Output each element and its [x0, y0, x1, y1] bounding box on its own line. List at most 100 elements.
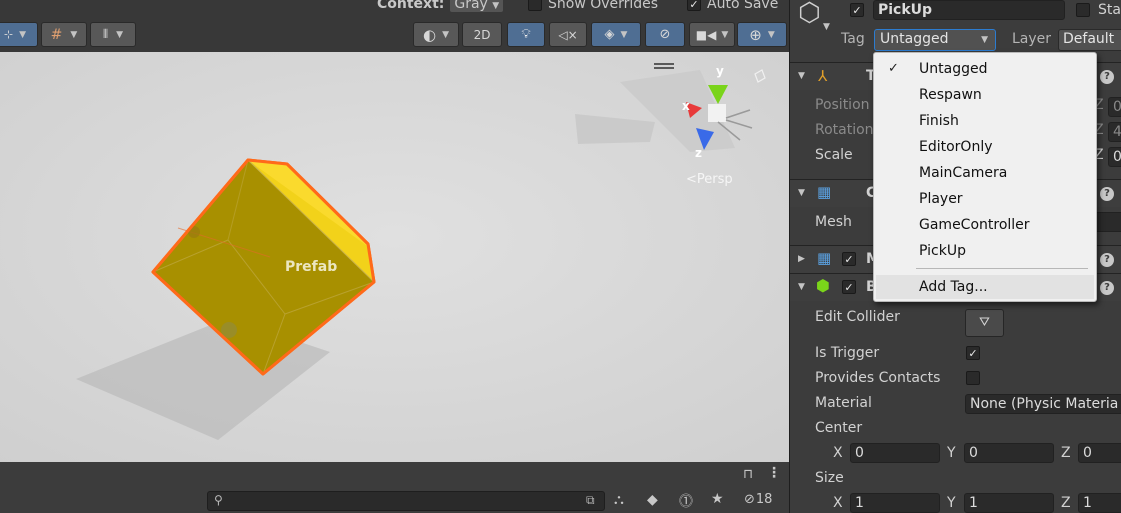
gizmos-icon: ⊕ [749, 25, 762, 44]
help-icon[interactable]: ? [1100, 187, 1114, 201]
menu-item-label: Untagged [919, 61, 988, 77]
scale-z-field[interactable]: 0 [1108, 147, 1121, 167]
layer-dropdown[interactable]: Default [1058, 29, 1121, 51]
layer-value: Default [1063, 31, 1115, 47]
tag-menu-item-maincamera[interactable]: MainCamera [876, 161, 1094, 185]
active-checkbox[interactable]: ✓ [850, 3, 864, 17]
warning-icon[interactable]: ⓵ [679, 491, 693, 511]
tag-dropdown[interactable]: Untagged ▼ [874, 29, 996, 51]
context-value: Gray [454, 0, 488, 12]
checkmark-icon: ✓ [844, 280, 854, 294]
shading-mode-button[interactable]: ◐ ▼ [413, 22, 459, 47]
chevron-down-icon: ▼ [798, 71, 805, 81]
is-trigger-checkbox[interactable]: ✓ [966, 346, 980, 360]
center-label: Center [815, 420, 863, 436]
2d-toggle-button[interactable]: 2D [462, 22, 502, 47]
effects-icon: ◈ [604, 27, 615, 42]
increment-snap-button[interactable]: ⦀ ▼ [90, 22, 136, 47]
show-overrides-toggle[interactable]: Show Overrides [528, 0, 658, 13]
checkmark-icon: ✓ [844, 252, 854, 266]
grid-snap-button[interactable]: # ▼ [41, 22, 87, 47]
context-selector[interactable]: Context: Gray ▼ [377, 0, 504, 13]
menu-item-label: Finish [919, 113, 959, 129]
size-label: Size [815, 470, 844, 486]
mesh-renderer-enabled-checkbox[interactable]: ✓ [842, 252, 856, 266]
center-y-field[interactable]: 0 [964, 443, 1054, 463]
projection-label[interactable]: <Persp [686, 172, 733, 187]
unity-editor: Context: Gray ▼ Show Overrides ✓ Auto Sa… [0, 0, 1121, 513]
cube-icon: ⬡ [798, 0, 821, 28]
tag-menu-item-pickup[interactable]: PickUp [876, 239, 1094, 263]
help-icon[interactable]: ? [1100, 70, 1114, 84]
menu-item-label: Respawn [919, 87, 982, 103]
search-options-icon[interactable]: ⧉ [586, 493, 595, 508]
tag-dropdown-menu: ✓ Untagged Respawn Finish EditorOnly Mai… [873, 52, 1097, 302]
filter-by-type-icon[interactable]: ⛬ [614, 492, 624, 508]
gizmo-y-label: y [716, 64, 724, 78]
size-x-field[interactable]: 1 [850, 493, 940, 513]
position-label: Position [815, 97, 870, 113]
camera-settings-button[interactable]: ■◀ ▼ [689, 22, 735, 47]
auto-save-checkbox[interactable]: ✓ [687, 0, 701, 11]
auto-save-toggle[interactable]: ✓ Auto Save [687, 0, 778, 13]
search-input[interactable]: ⚲ ⧉ [207, 491, 605, 511]
lock-icon[interactable]: ⊓ [743, 467, 753, 482]
scene-viewport[interactable]: y x z <Persp Prefab [0, 52, 789, 462]
add-tag-menu-item[interactable]: Add Tag... [876, 275, 1094, 299]
gizmos-button[interactable]: ⊕ ▼ [737, 22, 787, 47]
chevron-down-icon[interactable]: ▼ [823, 22, 830, 32]
show-overrides-checkbox[interactable] [528, 0, 542, 11]
scene-visibility-button[interactable]: ⊘ [645, 22, 685, 47]
shading-mode-icon: ◐ [422, 25, 437, 44]
effects-button[interactable]: ◈ ▼ [591, 22, 641, 47]
center-z-field[interactable]: 0 [1078, 443, 1121, 463]
object-name-field[interactable]: PickUp [873, 0, 1065, 20]
hidden-visibility-icon: ⊘ [659, 27, 671, 42]
layer-label: Layer [1012, 31, 1052, 47]
gizmo-z-label: z [695, 146, 702, 160]
light-icon: 💡︎ [521, 27, 531, 42]
mesh-label: Mesh [815, 214, 852, 230]
provides-contacts-checkbox[interactable] [966, 371, 980, 385]
static-label: Sta [1098, 2, 1121, 18]
scene-canvas [0, 52, 789, 462]
static-checkbox[interactable] [1076, 3, 1090, 17]
help-icon[interactable]: ? [1100, 253, 1114, 267]
size-x-label: X [833, 495, 843, 511]
tool-handle-button[interactable]: ⊹ ▼ [0, 22, 38, 47]
audio-toggle-button[interactable]: ◁× [549, 22, 587, 47]
tag-menu-item-respawn[interactable]: Respawn [876, 83, 1094, 107]
center-x-field[interactable]: 0 [850, 443, 940, 463]
edit-collider-button[interactable]: ⛛ [965, 309, 1004, 337]
star-icon[interactable]: ★ [711, 491, 724, 507]
box-collider-enabled-checkbox[interactable]: ✓ [842, 280, 856, 294]
tag-menu-item-finish[interactable]: Finish [876, 109, 1094, 133]
hidden-count: 18 [755, 492, 773, 507]
collider-icon: ⬢ [816, 276, 830, 295]
position-z-field[interactable]: 0 [1108, 97, 1121, 117]
help-icon[interactable]: ? [1100, 281, 1114, 295]
mesh-renderer-icon: ▦ [817, 249, 832, 267]
tag-menu-item-player[interactable]: Player [876, 187, 1094, 211]
label-icon[interactable]: ◆ [647, 492, 658, 508]
tag-menu-item-gamecontroller[interactable]: GameController [876, 213, 1094, 237]
gizmo-x-label: x [682, 99, 690, 113]
lighting-toggle-button[interactable]: 💡︎ [507, 22, 545, 47]
scene-toolbar: Context: Gray ▼ Show Overrides ✓ Auto Sa… [0, 0, 789, 52]
material-field[interactable]: None (Physic Materia [965, 394, 1121, 414]
chevron-down-icon: ▼ [798, 282, 805, 292]
search-icon: ⚲ [214, 493, 223, 507]
tag-menu-item-editoronly[interactable]: EditorOnly [876, 135, 1094, 159]
hidden-visibility-icon[interactable]: ⊘18 [744, 492, 772, 507]
provides-contacts-label: Provides Contacts [815, 370, 941, 386]
size-z-field[interactable]: 1 [1078, 493, 1121, 513]
size-y-field[interactable]: 1 [964, 493, 1054, 513]
center-x-label: X [833, 445, 843, 461]
menu-item-label: MainCamera [919, 165, 1008, 181]
checkmark-icon: ✓ [888, 61, 899, 76]
menu-item-label: PickUp [919, 243, 966, 259]
kebab-menu-icon[interactable]: ⋮ [767, 465, 781, 481]
rotation-z-field[interactable]: 4 [1108, 122, 1121, 142]
context-dropdown[interactable]: Gray ▼ [450, 0, 504, 12]
tag-menu-item-untagged[interactable]: ✓ Untagged [876, 57, 1094, 81]
